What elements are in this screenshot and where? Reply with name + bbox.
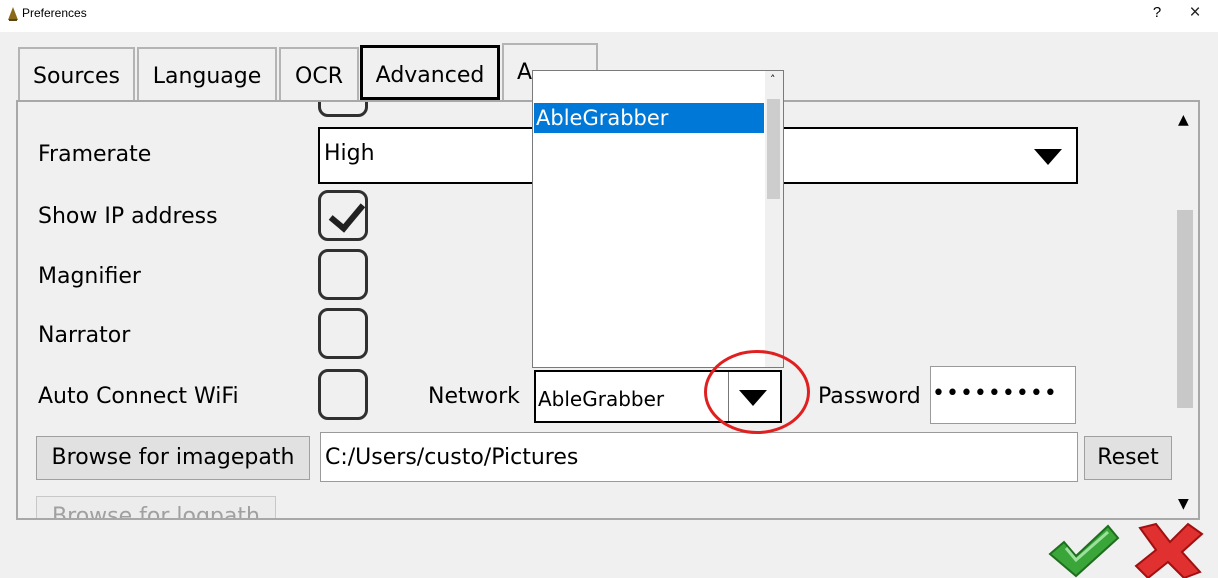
- checkmark-icon: [328, 194, 366, 233]
- scrollbar-thumb[interactable]: [767, 99, 780, 199]
- cancel-button[interactable]: [1132, 522, 1206, 578]
- narrator-checkbox[interactable]: [318, 308, 368, 359]
- dropdown-option-ablegrabber[interactable]: AbleGrabber: [534, 103, 764, 133]
- network-label: Network: [428, 384, 520, 409]
- scroll-up-icon[interactable]: ˄: [770, 73, 776, 86]
- network-value: AbleGrabber: [538, 387, 665, 411]
- window-title: Preferences: [22, 6, 87, 20]
- highlight-circle: [704, 350, 810, 434]
- password-value: •••••••••: [932, 381, 1058, 406]
- red-x-icon: [1134, 522, 1204, 578]
- reset-button[interactable]: Reset: [1084, 436, 1172, 480]
- tab-ocr[interactable]: OCR: [279, 47, 359, 100]
- magnifier-label: Magnifier: [38, 264, 141, 289]
- close-button[interactable]: ×: [1185, 2, 1205, 24]
- imagepath-field[interactable]: C:/Users/custo/Pictures: [320, 432, 1078, 482]
- auto-wifi-label: Auto Connect WiFi: [38, 384, 239, 409]
- network-dropdown-list: AbleGrabber ˄ ˅: [532, 70, 784, 368]
- dropdown-scrollbar[interactable]: ˄ ˅: [765, 71, 783, 367]
- tab-language[interactable]: Language: [137, 47, 277, 100]
- chevron-down-icon: [1034, 149, 1062, 165]
- browse-imagepath-button[interactable]: Browse for imagepath: [36, 436, 310, 480]
- magnifier-checkbox[interactable]: [318, 249, 368, 300]
- auto-wifi-checkbox[interactable]: [318, 369, 368, 420]
- tab-advanced[interactable]: Advanced: [360, 45, 500, 100]
- help-button[interactable]: ?: [1149, 4, 1165, 21]
- browse-logpath-button[interactable]: Browse for logpath: [36, 496, 276, 518]
- panel-scrollbar[interactable]: ▲ ▼: [1174, 102, 1198, 518]
- title-bar: Preferences ? ×: [0, 0, 1218, 32]
- scroll-down-icon[interactable]: ▼: [1178, 496, 1189, 512]
- imagepath-value: C:/Users/custo/Pictures: [325, 445, 579, 470]
- app-icon: [8, 7, 18, 21]
- ok-button[interactable]: [1046, 520, 1122, 578]
- password-label: Password: [818, 384, 921, 409]
- show-ip-label: Show IP address: [38, 204, 218, 229]
- scroll-up-icon[interactable]: ▲: [1178, 112, 1189, 128]
- scrollbar-thumb[interactable]: [1177, 210, 1193, 408]
- framerate-value: High: [324, 141, 375, 166]
- hidden-checkbox[interactable]: [318, 102, 368, 117]
- narrator-label: Narrator: [38, 323, 131, 348]
- show-ip-checkbox[interactable]: [318, 190, 368, 241]
- tab-sources[interactable]: Sources: [18, 47, 135, 100]
- password-field[interactable]: •••••••••: [930, 366, 1076, 424]
- framerate-label: Framerate: [38, 142, 152, 167]
